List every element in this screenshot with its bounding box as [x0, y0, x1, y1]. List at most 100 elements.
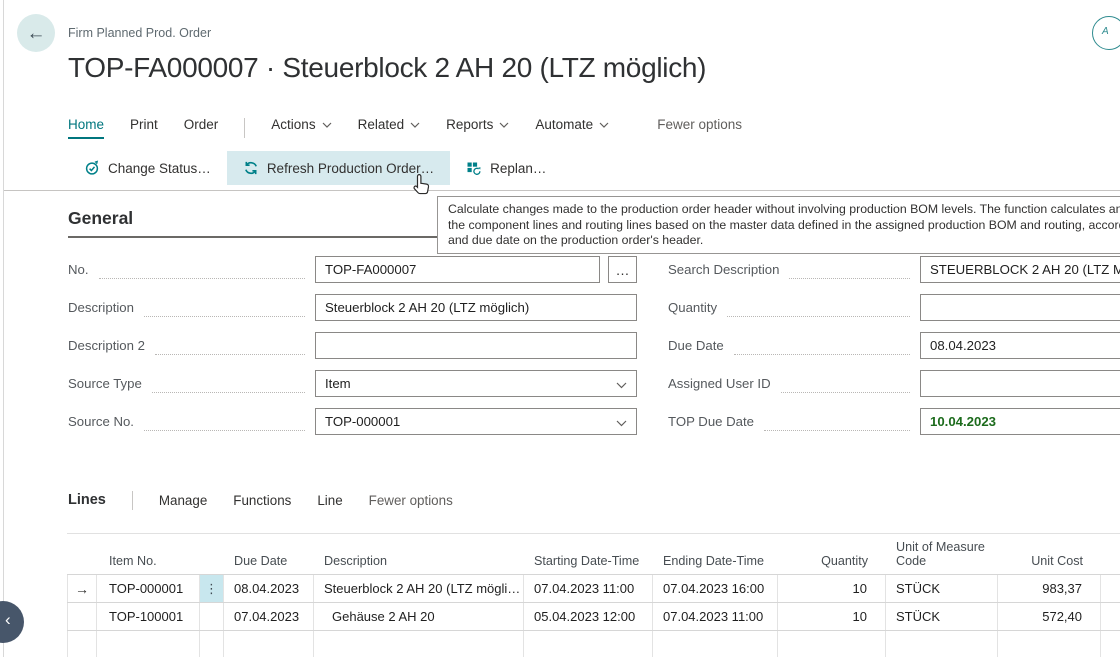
- due-date-cell[interactable]: 07.04.2023: [224, 603, 314, 630]
- due-date-cell[interactable]: 08.04.2023: [224, 575, 314, 602]
- extra-column-header: [1101, 568, 1120, 574]
- tooltip-line: and due date on the production order's h…: [448, 233, 1120, 249]
- dotted-leader: [99, 261, 305, 279]
- unit-cost-cell[interactable]: 983,37: [998, 575, 1101, 602]
- lines-heading: Lines: [68, 492, 106, 508]
- description-column-header[interactable]: Description: [314, 554, 524, 574]
- unit-cost-column-header[interactable]: Unit Cost: [998, 554, 1101, 574]
- replan-icon: [466, 160, 482, 176]
- fewer-options-button[interactable]: Fewer options: [657, 117, 742, 139]
- tab-actions[interactable]: Actions: [271, 117, 331, 139]
- description-cell[interactable]: Gehäuse 2 AH 20: [314, 603, 524, 630]
- table-row[interactable]: → TOP-000001 ⋮ 08.04.2023 Steuerblock 2 …: [67, 575, 1120, 603]
- extra-cell: [1101, 603, 1120, 630]
- due-date-label: Due Date: [668, 338, 724, 353]
- row-menu-button[interactable]: ⋮: [200, 575, 224, 602]
- search-description-label: Search Description: [668, 262, 779, 277]
- chevron-down-icon: [599, 122, 609, 128]
- back-button[interactable]: ←: [17, 14, 55, 52]
- field-due-date: Due Date 08.04.2023: [668, 332, 1120, 359]
- search-description-input[interactable]: STEUERBLOCK 2 AH 20 (LTZ MÖGLICH): [920, 256, 1120, 283]
- no-label: No.: [68, 262, 89, 277]
- description-2-input[interactable]: [315, 332, 637, 359]
- description-cell[interactable]: Steuerblock 2 AH 20 (LTZ möglich): [314, 575, 524, 602]
- tooltip-line: Calculate changes made to the production…: [448, 202, 1120, 218]
- quantity-column-header[interactable]: Quantity: [778, 554, 886, 574]
- table-row-empty[interactable]: [67, 631, 1120, 657]
- dotted-leader: [144, 299, 305, 317]
- page-title: TOP-FA000007 · Steuerblock 2 AH 20 (LTZ …: [68, 52, 706, 84]
- unit-of-measure-cell[interactable]: STÜCK: [886, 603, 998, 630]
- field-description-2: Description 2: [68, 332, 637, 359]
- description-label: Description: [68, 300, 134, 315]
- general-section-heading[interactable]: General: [68, 208, 133, 229]
- dotted-leader: [144, 413, 305, 431]
- item-no-column-header[interactable]: Item No.: [97, 554, 200, 574]
- replan-label: Replan…: [490, 161, 546, 176]
- assigned-user-id-input[interactable]: [920, 370, 1120, 397]
- starting-datetime-cell[interactable]: 05.04.2023 12:00: [524, 603, 653, 630]
- item-no-cell[interactable]: TOP-100001: [97, 603, 200, 630]
- no-input[interactable]: TOP-FA000007: [315, 256, 600, 283]
- refresh-icon: [243, 160, 259, 176]
- unit-cost-cell: [998, 631, 1101, 657]
- collapse-nav-button[interactable]: ‹: [0, 601, 24, 643]
- ending-datetime-column-header[interactable]: Ending Date-Time: [653, 554, 778, 574]
- due-date-input[interactable]: 08.04.2023: [920, 332, 1120, 359]
- dotted-leader: [789, 261, 910, 279]
- tab-related-label: Related: [358, 117, 405, 132]
- quantity-cell[interactable]: 10: [778, 575, 886, 602]
- page-caption: Firm Planned Prod. Order: [68, 26, 211, 40]
- source-no-select[interactable]: TOP-000001: [315, 408, 637, 435]
- description-2-label: Description 2: [68, 338, 145, 353]
- unit-cost-cell[interactable]: 572,40: [998, 603, 1101, 630]
- lines-functions-button[interactable]: Functions: [233, 493, 291, 508]
- ending-datetime-cell[interactable]: 07.04.2023 16:00: [653, 575, 778, 602]
- ribbon-divider: [4, 190, 1120, 191]
- lines-fewer-options-button[interactable]: Fewer options: [369, 493, 453, 508]
- unit-of-measure-cell[interactable]: STÜCK: [886, 575, 998, 602]
- starting-datetime-cell: [524, 631, 653, 657]
- tab-related[interactable]: Related: [358, 117, 421, 139]
- table-row[interactable]: TOP-100001 07.04.2023 Gehäuse 2 AH 20 05…: [67, 603, 1120, 631]
- extra-cell: [1101, 631, 1120, 657]
- lines-manage-button[interactable]: Manage: [159, 493, 207, 508]
- source-type-select[interactable]: Item: [315, 370, 637, 397]
- page-left-border: [3, 0, 4, 657]
- tab-automate[interactable]: Automate: [535, 117, 609, 139]
- field-assigned-user-id: Assigned User ID: [668, 370, 1120, 397]
- tab-order[interactable]: Order: [184, 117, 219, 139]
- tab-home[interactable]: Home: [68, 117, 104, 139]
- tab-reports[interactable]: Reports: [446, 117, 509, 139]
- field-top-due-date: TOP Due Date 10.04.2023: [668, 408, 1120, 435]
- quantity-cell[interactable]: 10: [778, 603, 886, 630]
- starting-datetime-column-header[interactable]: Starting Date-Time: [524, 554, 653, 574]
- field-source-no: Source No. TOP-000001: [68, 408, 637, 435]
- field-quantity: Quantity: [668, 294, 1120, 321]
- due-date-column-header[interactable]: Due Date: [224, 554, 314, 574]
- unit-of-measure-column-header[interactable]: Unit of Measure Code: [886, 540, 998, 574]
- top-due-date-input[interactable]: 10.04.2023: [920, 408, 1120, 435]
- dotted-leader: [152, 375, 305, 393]
- selected-row-arrow-icon: →: [75, 581, 89, 597]
- tab-print[interactable]: Print: [130, 117, 158, 139]
- assigned-user-id-label: Assigned User ID: [668, 376, 771, 391]
- row-menu-column-header: [200, 568, 224, 574]
- no-assist-button[interactable]: …: [608, 256, 637, 283]
- selection-cell: [67, 603, 97, 630]
- dotted-leader: [727, 299, 910, 317]
- source-type-value: Item: [325, 376, 351, 391]
- description-input[interactable]: Steuerblock 2 AH 20 (LTZ möglich): [315, 294, 637, 321]
- replan-button[interactable]: Replan…: [450, 151, 562, 185]
- change-status-button[interactable]: Change Status…: [68, 151, 227, 185]
- ending-datetime-cell[interactable]: 07.04.2023 11:00: [653, 603, 778, 630]
- row-menu-cell: [200, 631, 224, 657]
- change-status-label: Change Status…: [108, 161, 211, 176]
- lines-line-button[interactable]: Line: [317, 493, 342, 508]
- quantity-input[interactable]: [920, 294, 1120, 321]
- starting-datetime-cell[interactable]: 07.04.2023 11:00: [524, 575, 653, 602]
- source-no-value: TOP-000001: [325, 414, 400, 429]
- item-no-cell[interactable]: TOP-000001: [97, 575, 200, 602]
- extra-cell: [1101, 575, 1120, 602]
- avatar-circle[interactable]: A: [1092, 16, 1120, 50]
